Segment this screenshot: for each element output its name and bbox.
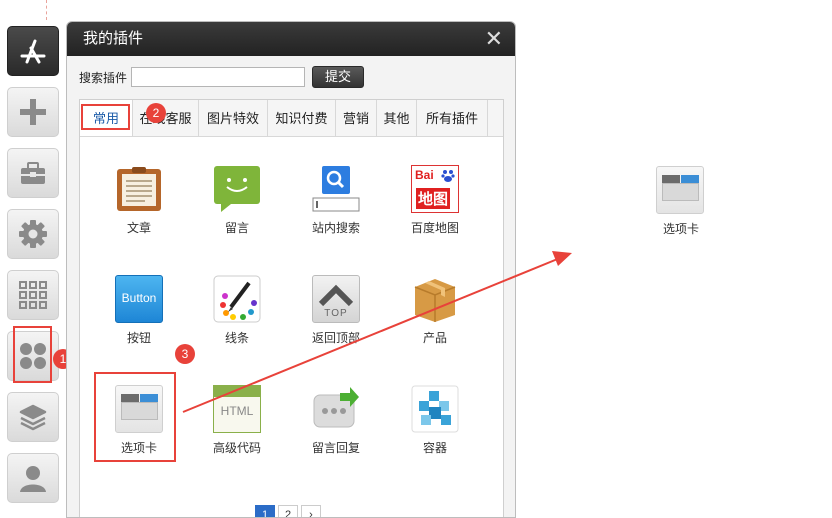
- plugin-label: 站内搜索: [311, 221, 360, 235]
- plugin-label: 容器: [422, 441, 447, 455]
- tab-image-effects[interactable]: 图片特效: [199, 100, 268, 136]
- message-icon: [213, 165, 261, 213]
- next-page-button[interactable]: ›: [301, 505, 321, 517]
- search-input[interactable]: [131, 67, 306, 87]
- plugin-label: 百度地图: [410, 221, 459, 235]
- html-code-icon: HTML: [213, 385, 261, 433]
- plugin-label: 返回顶部: [311, 331, 360, 345]
- plugin-item[interactable]: Bai 地图 百度地图: [395, 165, 475, 236]
- plugin-item[interactable]: Button 按钮: [99, 275, 179, 346]
- site-search-icon: [312, 165, 360, 213]
- guide-line: [46, 0, 47, 20]
- pagination: 1 2 ›: [255, 505, 321, 517]
- settings-button[interactable]: [7, 209, 59, 259]
- top-text: TOP: [324, 308, 348, 319]
- close-icon[interactable]: ✕: [485, 22, 503, 56]
- product-icon: [411, 275, 459, 323]
- toolbox-button[interactable]: [7, 148, 59, 198]
- message-reply-icon: [312, 385, 360, 433]
- user-button[interactable]: [7, 453, 59, 503]
- user-icon: [20, 466, 46, 492]
- tab-marketing[interactable]: 营销: [336, 100, 377, 136]
- plugin-tabs: 常用 在线客服 图片特效 知识付费 营销 其他 所有插件: [80, 100, 503, 137]
- plugin-label: 按钮: [126, 331, 151, 345]
- tab-paid-knowledge[interactable]: 知识付费: [268, 100, 336, 136]
- search-label: 搜索插件: [79, 70, 128, 85]
- toolbox-icon: [21, 162, 45, 184]
- dialog-title: 我的插件: [83, 30, 144, 47]
- tab-all-plugins[interactable]: 所有插件: [417, 100, 488, 136]
- tab-online-service[interactable]: 在线客服: [133, 100, 199, 136]
- line-icon: [213, 275, 261, 323]
- button-icon-text: Button: [121, 291, 157, 305]
- dropped-tabs-widget[interactable]: 选项卡: [656, 166, 706, 237]
- layers-button[interactable]: [7, 392, 59, 442]
- plugin-item[interactable]: 容器: [395, 385, 475, 456]
- baidu-logo-text: Bai: [415, 168, 434, 182]
- page-2-button[interactable]: 2: [278, 505, 298, 517]
- container-icon: [411, 385, 459, 433]
- highlight-tab-common: [81, 104, 130, 130]
- dropped-item-label: 选项卡: [662, 222, 699, 236]
- plugin-item[interactable]: 留言: [197, 165, 277, 236]
- article-icon: [115, 165, 163, 213]
- baidu-map-icon: Bai 地图: [411, 165, 459, 213]
- plugin-item[interactable]: 站内搜索: [296, 165, 376, 236]
- app-store-icon: [20, 39, 46, 64]
- plugin-item[interactable]: 文章: [99, 165, 179, 236]
- submit-button[interactable]: 提交: [312, 66, 365, 88]
- plugin-label: 留言回复: [311, 441, 360, 455]
- plugin-item[interactable]: HTML 高级代码: [197, 385, 277, 456]
- plugin-item[interactable]: 线条: [197, 275, 277, 346]
- plugin-item[interactable]: TOP 返回顶部: [296, 275, 376, 346]
- layers-icon: [19, 404, 47, 431]
- plugin-item[interactable]: 产品: [395, 275, 475, 346]
- plugin-label: 线条: [224, 331, 249, 345]
- page-1-button[interactable]: 1: [255, 505, 275, 517]
- plugin-label: 文章: [126, 221, 151, 235]
- search-row: 搜索插件 提交: [79, 65, 365, 89]
- add-button[interactable]: [7, 87, 59, 137]
- gear-icon: [19, 220, 47, 248]
- tabs-icon: [656, 166, 704, 214]
- back-to-top-icon: TOP: [312, 275, 360, 323]
- baidu-map-text: 地图: [416, 188, 451, 209]
- highlight-tabs-plugin: [94, 372, 176, 462]
- plugin-label: 高级代码: [212, 441, 261, 455]
- step-badge-3: 3: [175, 344, 195, 364]
- step-badge-2: 2: [146, 103, 166, 123]
- html-text: HTML: [220, 404, 254, 418]
- tab-other[interactable]: 其他: [377, 100, 417, 136]
- grid-button[interactable]: [7, 270, 59, 320]
- plus-icon: [20, 99, 46, 125]
- plugin-label: 留言: [224, 221, 249, 235]
- button-icon: Button: [115, 275, 163, 323]
- app-store-button[interactable]: [7, 26, 59, 76]
- plugin-label: 产品: [422, 331, 447, 345]
- highlight-plugins-button: [13, 326, 52, 383]
- plugin-item[interactable]: 留言回复: [296, 385, 376, 456]
- grid-icon: [19, 281, 47, 309]
- dialog-header: 我的插件 ✕: [67, 22, 515, 56]
